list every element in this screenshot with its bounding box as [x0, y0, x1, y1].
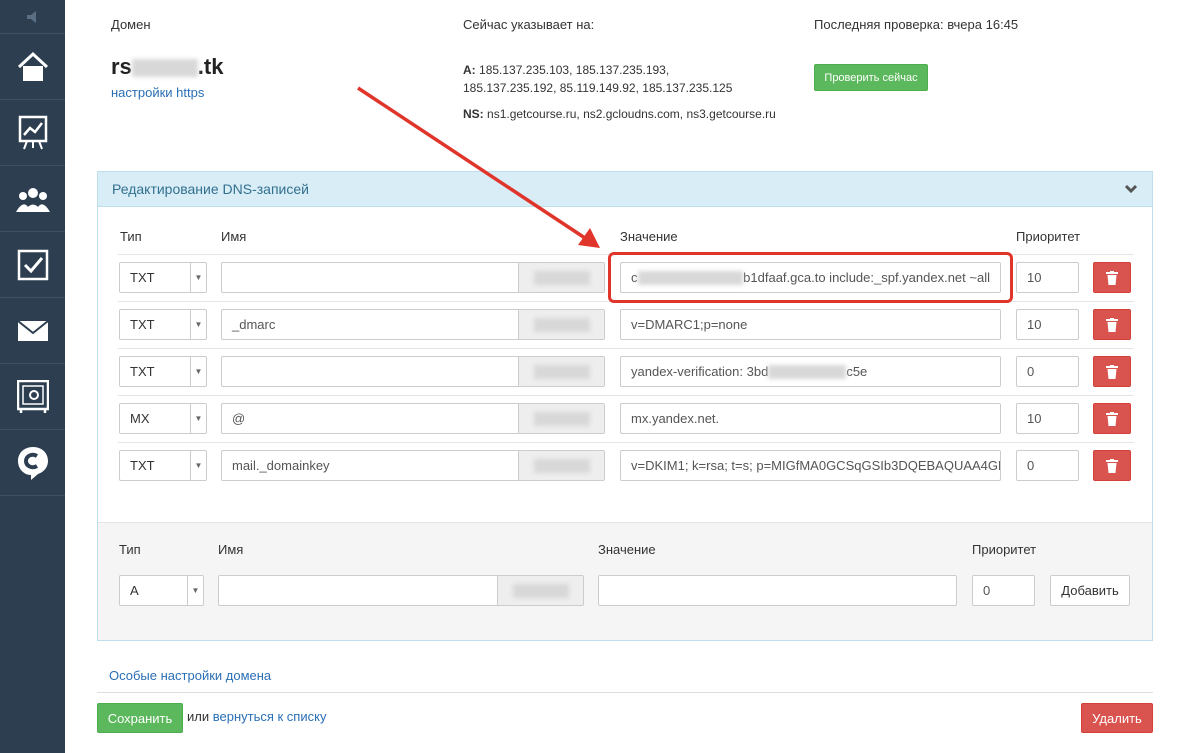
save-button[interactable]: Сохранить	[97, 703, 183, 733]
delete-domain-button[interactable]: Удалить	[1081, 703, 1153, 733]
annotation-arrow	[357, 86, 600, 248]
footer-or-text: или вернуться к списку	[187, 709, 327, 724]
special-settings-link[interactable]: Особые настройки домена	[109, 668, 271, 683]
back-to-list-link[interactable]: вернуться к списку	[213, 709, 327, 724]
